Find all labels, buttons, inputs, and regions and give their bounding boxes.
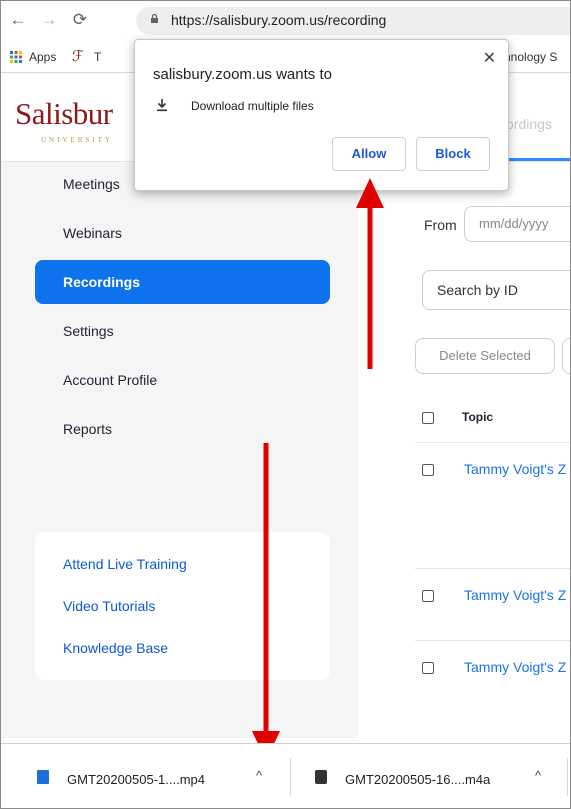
apps-grid-icon[interactable] <box>10 51 22 63</box>
browser-window: ← → ⟳ https://salisbury.zoom.us/recordin… <box>0 0 571 809</box>
popup-title: salisbury.zoom.us wants to <box>153 66 332 83</box>
bookmark-technology[interactable]: hnology S <box>504 50 557 64</box>
delete-selected-button[interactable]: Delete Selected <box>415 338 555 374</box>
tab-recordings[interactable]: ordings <box>506 116 552 132</box>
row-divider <box>415 442 570 443</box>
row-checkbox[interactable] <box>422 590 434 602</box>
active-tab-indicator <box>506 158 570 161</box>
search-by-select[interactable]: Search by ID <box>422 270 570 310</box>
sidebar-item-recordings[interactable]: Recordings <box>35 260 330 304</box>
row-checkbox[interactable] <box>422 662 434 674</box>
allow-button[interactable]: Allow <box>332 137 406 171</box>
download-item[interactable]: GMT20200505-1....mp4 ^ <box>1 744 286 808</box>
sidebar-item-reports[interactable]: Reports <box>35 407 330 451</box>
logo-subtitle: UNIVERSITY <box>41 136 113 144</box>
download-item[interactable]: GMT20200505-16....m4a ^ <box>291 744 570 808</box>
help-card: Attend Live Training Video Tutorials Kno… <box>35 532 330 680</box>
close-icon[interactable]: ✕ <box>483 48 496 68</box>
recording-topic-link[interactable]: Tammy Voigt's Z <box>464 587 566 603</box>
attend-live-training-link[interactable]: Attend Live Training <box>63 556 187 572</box>
salisbury-bookmark-icon[interactable]: ℱ <box>72 47 84 65</box>
sidebar-item-settings[interactable]: Settings <box>35 309 330 353</box>
from-date-input[interactable]: mm/dd/yyyy <box>464 206 570 242</box>
sidebar: Meetings Webinars Recordings Settings Ac… <box>1 162 358 738</box>
download-bar: GMT20200505-1....mp4 ^ GMT20200505-16...… <box>1 743 570 808</box>
video-file-icon <box>37 770 49 784</box>
recording-topic-link[interactable]: Tammy Voigt's Z <box>464 461 566 477</box>
forward-arrow-icon[interactable]: → <box>38 9 60 31</box>
audio-file-icon <box>315 770 327 784</box>
salisbury-logo[interactable]: Salisbur <box>15 96 113 132</box>
back-arrow-icon[interactable]: ← <box>7 9 29 31</box>
address-bar-row: ← → ⟳ https://salisbury.zoom.us/recordin… <box>1 1 570 41</box>
sidebar-item-account-profile[interactable]: Account Profile <box>35 358 330 402</box>
lock-icon <box>151 14 158 23</box>
chevron-up-icon[interactable]: ^ <box>256 768 262 783</box>
video-tutorials-link[interactable]: Video Tutorials <box>63 598 155 614</box>
permission-text: Download multiple files <box>191 99 314 113</box>
bookmark-apps[interactable]: Apps <box>29 50 56 64</box>
bookmark-item[interactable]: T <box>94 50 101 64</box>
recording-topic-link[interactable]: Tammy Voigt's Z <box>464 659 566 675</box>
select-all-checkbox[interactable] <box>422 412 434 424</box>
download-filename[interactable]: GMT20200505-1....mp4 <box>67 772 205 787</box>
row-divider <box>415 568 570 569</box>
block-button[interactable]: Block <box>416 137 490 171</box>
download-permission-popup: salisbury.zoom.us wants to ✕ Download mu… <box>134 39 509 191</box>
row-divider <box>415 640 570 641</box>
row-checkbox[interactable] <box>422 464 434 476</box>
toolbar-button[interactable] <box>562 338 570 374</box>
chevron-up-icon[interactable]: ^ <box>535 768 541 783</box>
download-icon <box>157 99 167 112</box>
knowledge-base-link[interactable]: Knowledge Base <box>63 640 168 656</box>
url-text[interactable]: https://salisbury.zoom.us/recording <box>171 12 386 28</box>
download-separator <box>567 758 568 796</box>
sidebar-item-webinars[interactable]: Webinars <box>35 211 330 255</box>
recordings-main: From mm/dd/yyyy Search by ID Delete Sele… <box>358 162 570 738</box>
reload-icon[interactable]: ⟳ <box>69 9 91 31</box>
download-filename[interactable]: GMT20200505-16....m4a <box>345 772 490 787</box>
topic-column-header: Topic <box>462 410 494 424</box>
from-label: From <box>424 217 457 233</box>
